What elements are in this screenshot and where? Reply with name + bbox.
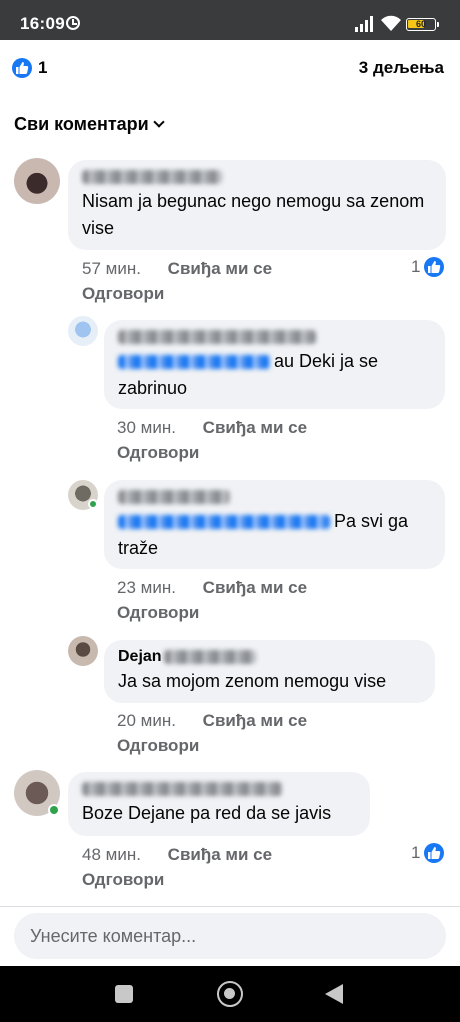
comment-text: Pa svi ga traže bbox=[118, 511, 409, 558]
mention-tag[interactable] bbox=[118, 515, 330, 530]
comment-bubble: Pa svi ga traže bbox=[104, 480, 445, 569]
like-button[interactable]: Свиђа ми се bbox=[168, 845, 272, 864]
home-icon[interactable] bbox=[217, 981, 243, 1007]
comment-meta: 48 мин. Свиђа ми се bbox=[82, 845, 272, 865]
filter-label: Сви коментари bbox=[14, 114, 149, 134]
post-reactions[interactable]: 1 bbox=[12, 56, 47, 80]
like-button[interactable]: Свиђа ми се bbox=[203, 418, 307, 437]
comment-input[interactable] bbox=[14, 913, 446, 959]
battery-level: 60 bbox=[415, 19, 426, 29]
comment-author[interactable]: Dejan bbox=[118, 648, 421, 668]
comment-text: Boze Dejane pa red da se javis bbox=[82, 803, 332, 823]
system-nav-bar bbox=[0, 966, 460, 1022]
chevron-down-icon bbox=[153, 116, 165, 128]
comment-time: 48 мин. bbox=[82, 845, 141, 864]
comment-reactions[interactable]: 1 bbox=[411, 257, 445, 277]
online-indicator bbox=[88, 499, 98, 509]
comment-meta: 57 мин. Свиђа ми се bbox=[82, 259, 272, 279]
like-button[interactable]: Свиђа ми се bbox=[203, 578, 307, 597]
status-bar: 16:09 60 bbox=[0, 0, 460, 40]
comment-text: Ja sa mojom zenom nemogu vise bbox=[118, 671, 387, 691]
comment-time: 20 мин. bbox=[117, 711, 176, 730]
avatar[interactable] bbox=[14, 158, 60, 204]
comment-filter[interactable]: Сви коментари bbox=[14, 114, 165, 135]
reply-button[interactable]: Одговори bbox=[82, 870, 164, 890]
like-button[interactable]: Свиђа ми се bbox=[168, 259, 272, 278]
comment-meta: 23 мин. Свиђа ми се bbox=[117, 578, 307, 598]
reaction-count: 1 bbox=[38, 58, 48, 77]
comment-meta: 30 мин. Свиђа ми се bbox=[117, 418, 307, 438]
comment-reactions[interactable]: 1 bbox=[411, 843, 445, 863]
status-time: 16:09 bbox=[20, 14, 65, 33]
reply-button[interactable]: Одговори bbox=[117, 736, 199, 756]
recent-apps-icon[interactable] bbox=[115, 985, 133, 1003]
divider bbox=[0, 906, 460, 907]
thumbs-up-icon bbox=[12, 58, 32, 78]
reaction-count: 1 bbox=[411, 843, 421, 862]
comment-meta: 20 мин. Свиђа ми се bbox=[117, 711, 307, 731]
comment-time: 23 мин. bbox=[117, 578, 176, 597]
reaction-count: 1 bbox=[411, 257, 421, 276]
mention-tag[interactable] bbox=[118, 355, 270, 370]
reply-button[interactable]: Одговори bbox=[117, 443, 199, 463]
comment-time: 30 мин. bbox=[117, 418, 176, 437]
signal-icon bbox=[355, 16, 375, 32]
battery-icon: 60 bbox=[406, 18, 439, 31]
alarm-clock-icon bbox=[66, 16, 80, 30]
comment-bubble: Boze Dejane pa red da se javis bbox=[68, 772, 370, 836]
online-indicator bbox=[48, 804, 60, 816]
comment-bubble: au Deki ja se zabrinuo bbox=[104, 320, 445, 409]
shares-count[interactable]: 3 дељења bbox=[359, 58, 444, 78]
comment-author[interactable] bbox=[82, 168, 432, 188]
avatar[interactable] bbox=[68, 636, 98, 666]
comment-bubble: Nisam ja begunac nego nemogu sa zenom vi… bbox=[68, 160, 446, 250]
reply-button[interactable]: Одговори bbox=[82, 284, 164, 304]
comment-time: 57 мин. bbox=[82, 259, 141, 278]
comment-text: au Deki ja se zabrinuo bbox=[118, 351, 379, 398]
back-icon[interactable] bbox=[325, 984, 343, 1004]
reply-button[interactable]: Одговори bbox=[117, 603, 199, 623]
like-button[interactable]: Свиђа ми се bbox=[203, 711, 307, 730]
comment-author[interactable] bbox=[82, 780, 356, 800]
wifi-icon bbox=[380, 14, 402, 32]
comment-bubble: Dejan Ja sa mojom zenom nemogu vise bbox=[104, 640, 435, 703]
thumbs-up-icon bbox=[424, 257, 445, 277]
avatar[interactable] bbox=[68, 316, 98, 346]
thumbs-up-icon bbox=[424, 843, 445, 863]
comment-author[interactable] bbox=[118, 328, 431, 348]
comment-author[interactable] bbox=[118, 488, 431, 508]
comment-text: Nisam ja begunac nego nemogu sa zenom vi… bbox=[82, 191, 425, 238]
